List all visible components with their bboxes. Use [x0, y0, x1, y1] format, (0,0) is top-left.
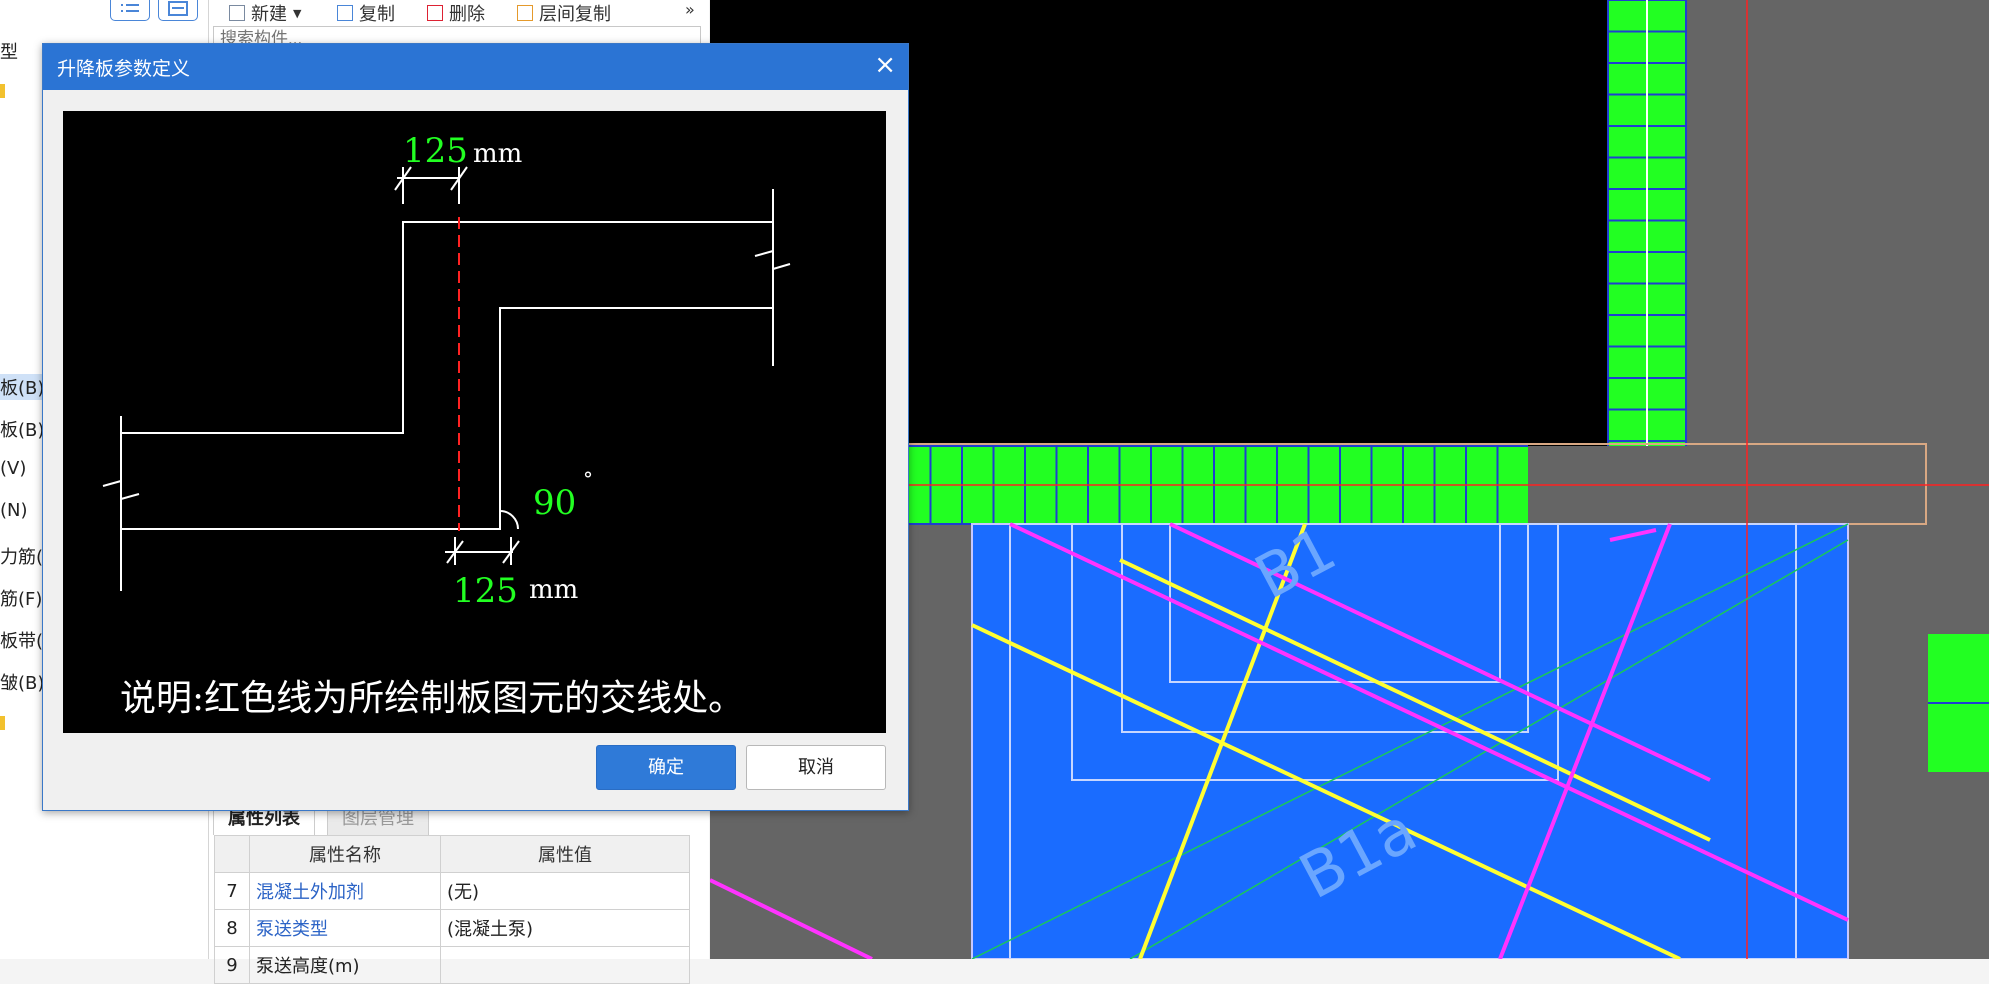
tree-item-7[interactable]: 板带(	[0, 627, 43, 653]
tree-item-6[interactable]: 筋(F)	[0, 585, 42, 611]
bottom-width-unit: mm	[529, 575, 578, 605]
toolbar-more-button[interactable]: »	[685, 0, 695, 19]
top-width-unit: mm	[473, 139, 522, 169]
tree-item-3[interactable]: (V)	[0, 458, 26, 479]
property-table: 属性名称 属性值 7 混凝土外加剂 (无) 8 泵送类型 (混凝土泵) 9 泵送…	[214, 835, 690, 984]
chevron-down-icon: ▼	[293, 6, 302, 20]
table-row[interactable]: 9 泵送高度(m)	[214, 946, 690, 984]
delete-button[interactable]: 删除	[427, 0, 485, 26]
new-button[interactable]: 新建 ▼	[229, 0, 301, 26]
tree-item-5[interactable]: 力筋(	[0, 543, 43, 569]
ok-button[interactable]: 确定	[596, 745, 736, 790]
property-name[interactable]: 混凝土外加剂	[249, 872, 441, 910]
close-icon[interactable]: ×	[874, 50, 896, 80]
folder-icon	[0, 716, 5, 730]
dialog-title: 升降板参数定义	[57, 58, 191, 80]
copy-icon	[337, 5, 353, 21]
bottom-width-input[interactable]: 125	[453, 571, 518, 611]
copy-label: 复制	[359, 4, 395, 25]
header-no	[214, 835, 250, 873]
angle-unit: °	[583, 467, 593, 491]
tree-item-2[interactable]: 板(B)	[0, 416, 44, 442]
tree-item-4[interactable]: (N)	[0, 500, 28, 521]
dialog-title-bar: 升降板参数定义 ×	[43, 44, 908, 90]
property-value[interactable]: (无)	[440, 872, 690, 910]
tree-header-partial: 型	[0, 42, 18, 63]
property-value[interactable]	[440, 946, 690, 984]
raise-lower-slab-dialog: 升降板参数定义 × 125 mm 90 ° 125 mm 说明:红色线为所绘制板…	[42, 43, 909, 811]
step-slab-diagram: 125 mm 90 ° 125 mm 说明:红色线为所绘制板图元的交线处。	[102, 131, 791, 719]
green-grid-vertical	[1607, 0, 1687, 446]
floor-copy-icon	[517, 5, 533, 21]
floor-copy-button[interactable]: 层间复制	[517, 0, 611, 26]
top-width-input[interactable]: 125	[403, 131, 468, 171]
delete-icon	[427, 5, 443, 21]
delete-label: 删除	[449, 4, 485, 25]
header-name: 属性名称	[249, 835, 441, 873]
detail-view-button[interactable]	[158, 0, 198, 21]
row-number: 8	[214, 909, 250, 947]
new-label: 新建	[251, 4, 287, 25]
property-value[interactable]: (混凝土泵)	[440, 909, 690, 947]
floor-copy-label: 层间复制	[539, 4, 611, 25]
property-name[interactable]: 泵送高度(m)	[249, 946, 441, 984]
list-view-button[interactable]	[110, 0, 150, 21]
tree-item-8[interactable]: 皱(B)	[0, 669, 44, 695]
list-icon	[121, 4, 139, 12]
header-value: 属性值	[440, 835, 690, 873]
tree-item-1[interactable]: 板(B)	[0, 374, 45, 400]
copy-button[interactable]: 复制	[337, 0, 395, 26]
table-row[interactable]: 7 混凝土外加剂 (无)	[214, 872, 690, 910]
diagram-note: 说明:红色线为所绘制板图元的交线处。	[120, 678, 744, 719]
property-name[interactable]: 泵送类型	[249, 909, 441, 947]
row-number: 7	[214, 872, 250, 910]
table-row[interactable]: 8 泵送类型 (混凝土泵)	[214, 909, 690, 947]
row-number: 9	[214, 946, 250, 984]
cancel-button[interactable]: 取消	[746, 745, 886, 790]
detail-view-icon	[168, 1, 188, 16]
new-icon	[229, 5, 245, 21]
parameter-diagram: 125 mm 90 ° 125 mm 说明:红色线为所绘制板图元的交线处。	[63, 111, 886, 733]
angle-input[interactable]: 90	[533, 483, 576, 523]
folder-icon	[0, 84, 5, 98]
